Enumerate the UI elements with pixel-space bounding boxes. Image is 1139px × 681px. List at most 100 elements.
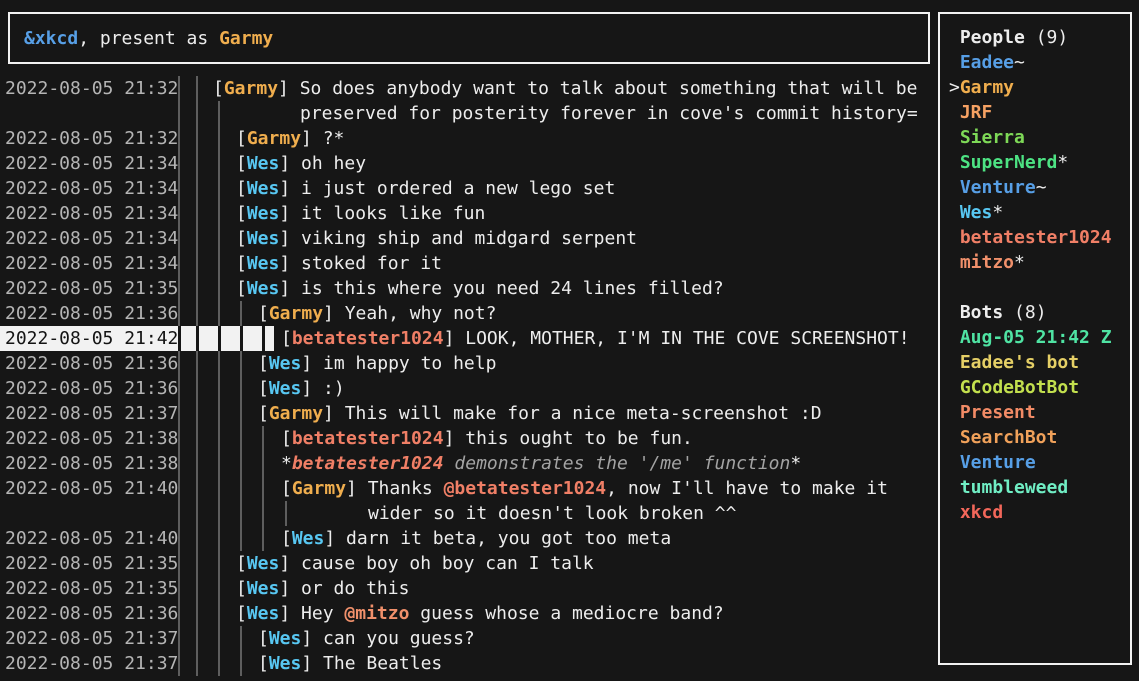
chat-row[interactable]: 2022-08-05 21:36[Wes] im happy to help xyxy=(0,351,936,376)
chat-message: *betatester1024 demonstrates the '/me' f… xyxy=(281,451,801,476)
thread-guide-line xyxy=(196,201,198,226)
message-text: [ xyxy=(258,303,269,324)
message-timestamp: 2022-08-05 21:34 xyxy=(5,176,178,201)
thread-guide-line xyxy=(218,176,220,201)
message-text: ] xyxy=(279,153,301,174)
bot-item-present[interactable]: Present xyxy=(949,400,1130,425)
message-text: ] xyxy=(279,603,301,624)
message-text: ] xyxy=(279,578,301,599)
message-text: wider so it doesn't look broken ^^ xyxy=(368,503,736,524)
nick: Wes xyxy=(269,378,302,399)
message-text: ] xyxy=(323,403,345,424)
bot-item-tumbleweed[interactable]: tumbleweed xyxy=(949,475,1130,500)
thread-guide-line xyxy=(218,576,220,601)
bot-item-eadee-s-bot[interactable]: Eadee's bot xyxy=(949,350,1130,375)
chat-row[interactable]: 2022-08-05 21:34[Wes] i just ordered a n… xyxy=(0,176,936,201)
thread-guide-line xyxy=(240,476,242,501)
person-item-venture[interactable]: Venture~ xyxy=(949,175,1130,200)
message-text: [ xyxy=(258,403,269,424)
thread-guide-line xyxy=(218,226,220,251)
bot-item-searchbot[interactable]: SearchBot xyxy=(949,425,1130,450)
bot-name: Venture xyxy=(960,452,1036,473)
chat-row[interactable]: 2022-08-05 21:37[Wes] The Beatles xyxy=(0,651,936,676)
chat-row[interactable]: 2022-08-05 21:35[Wes] cause boy oh boy c… xyxy=(0,551,936,576)
person-item-eadee[interactable]: Eadee~ xyxy=(949,50,1130,75)
message-timestamp: 2022-08-05 21:34 xyxy=(5,226,178,251)
chat-row[interactable]: 2022-08-05 21:37[Garmy] This will make f… xyxy=(0,401,936,426)
channel-name: &xkcd xyxy=(24,28,78,49)
list-item-prefix xyxy=(949,225,960,250)
bot-item-aug-05-21-42-z[interactable]: Aug-05 21:42 Z xyxy=(949,325,1130,350)
chat-row[interactable]: 2022-08-05 21:32[Garmy] ?* xyxy=(0,126,936,151)
chat-message: [Wes] Hey @mitzo guess whose a mediocre … xyxy=(236,601,724,626)
chat-row[interactable]: 2022-08-05 21:40[Garmy] Thanks @betatest… xyxy=(0,476,936,501)
message-text: [ xyxy=(236,278,247,299)
chat-row[interactable]: 2022-08-05 21:35[Wes] or do this xyxy=(0,576,936,601)
bot-item-xkcd[interactable]: xkcd xyxy=(949,500,1130,525)
nick: betatester1024 xyxy=(292,428,444,449)
person-item-wes[interactable]: Wes* xyxy=(949,200,1130,225)
chat-row[interactable]: 2022-08-05 21:36[Wes] Hey @mitzo guess w… xyxy=(0,601,936,626)
message-text: , now I'll have to make it xyxy=(606,478,888,499)
person-item-garmy[interactable]: >Garmy xyxy=(949,75,1130,100)
nick: Garmy xyxy=(269,303,323,324)
message-text: ] xyxy=(444,428,466,449)
chat-row[interactable]: wider so it doesn't look broken ^^ xyxy=(0,501,936,526)
chat-row[interactable]: 2022-08-05 21:36[Wes] :) xyxy=(0,376,936,401)
chat-row[interactable]: 2022-08-05 21:40[Wes] darn it beta, you … xyxy=(0,526,936,551)
person-name: JRF xyxy=(960,102,993,123)
chat-row[interactable]: 2022-08-05 21:34[Wes] oh hey xyxy=(0,151,936,176)
message-timestamp: 2022-08-05 21:42 xyxy=(5,326,178,351)
message-text: ] xyxy=(279,253,301,274)
bot-item-venture[interactable]: Venture xyxy=(949,450,1130,475)
chat-message: [Wes] viking ship and midgard serpent xyxy=(236,226,637,251)
chat-row[interactable]: 2022-08-05 21:32[Garmy] So does anybody … xyxy=(0,76,936,101)
chat-row[interactable]: 2022-08-05 21:37[Wes] can you guess? xyxy=(0,626,936,651)
thread-guide-line xyxy=(218,426,220,451)
person-item-supernerd[interactable]: SuperNerd* xyxy=(949,150,1130,175)
list-item-prefix xyxy=(949,425,960,450)
chat-row[interactable]: 2022-08-05 21:34[Wes] it looks like fun xyxy=(0,201,936,226)
timestamp-divider xyxy=(178,101,180,126)
list-item-prefix xyxy=(949,250,960,275)
message-text: ] xyxy=(279,228,301,249)
chat-row[interactable]: 2022-08-05 21:38*betatester1024 demonstr… xyxy=(0,451,936,476)
message-text: ] xyxy=(444,328,466,349)
chat-row[interactable]: 2022-08-05 21:36[Garmy] Yeah, why not? xyxy=(0,301,936,326)
header-middle-text: , present as xyxy=(78,28,219,49)
message-text: ] xyxy=(323,303,345,324)
message-text: ] xyxy=(301,653,323,674)
chat-row[interactable]: 2022-08-05 21:35[Wes] is this where you … xyxy=(0,276,936,301)
people-list: Eadee~>Garmy JRF Sierra SuperNerd* Ventu… xyxy=(949,50,1130,275)
message-text: LOOK, MOTHER, I'M IN THE COVE SCREENSHOT… xyxy=(465,328,909,349)
thread-guide-line xyxy=(196,251,198,276)
thread-guide-line xyxy=(196,276,198,301)
person-item-jrf[interactable]: JRF xyxy=(949,100,1130,125)
person-item-mitzo[interactable]: mitzo* xyxy=(949,250,1130,275)
list-item-prefix xyxy=(949,450,960,475)
chat-row[interactable]: 2022-08-05 21:42[betatester1024] LOOK, M… xyxy=(0,326,936,351)
message-text: ] xyxy=(279,553,301,574)
person-item-betatester1024[interactable]: betatester1024 xyxy=(949,225,1130,250)
chat-row[interactable]: 2022-08-05 21:34 [Wes] viking ship and mi… xyxy=(0,226,936,251)
chat-message: [Wes] it looks like fun xyxy=(236,201,485,226)
nick: Wes xyxy=(247,228,280,249)
message-text: ] xyxy=(301,628,323,649)
thread-guide-line xyxy=(240,626,242,651)
thread-guide-line xyxy=(218,376,220,401)
message-timestamp: 2022-08-05 21:34 xyxy=(5,251,178,276)
chat-message: [Garmy] ?* xyxy=(236,126,344,151)
thread-guide-gap xyxy=(196,326,199,351)
chat-row[interactable]: 2022-08-05 21:34[Wes] stoked for it xyxy=(0,251,936,276)
thread-guide-line xyxy=(196,601,198,626)
message-text: [ xyxy=(236,153,247,174)
chat-row[interactable]: 2022-08-05 21:38[betatester1024] this ou… xyxy=(0,426,936,451)
bot-item-gcodebotbot[interactable]: GCodeBotBot xyxy=(949,375,1130,400)
thread-guide-line xyxy=(218,651,220,676)
chat-row[interactable]: preserved for posterity forever in cove'… xyxy=(0,101,936,126)
person-item-sierra[interactable]: Sierra xyxy=(949,125,1130,150)
message-text: [ xyxy=(236,203,247,224)
message-text: This will make for a nice meta-screensho… xyxy=(345,403,822,424)
chat-message: [Wes] darn it beta, you got too meta xyxy=(281,526,671,551)
list-item-prefix xyxy=(949,350,960,375)
